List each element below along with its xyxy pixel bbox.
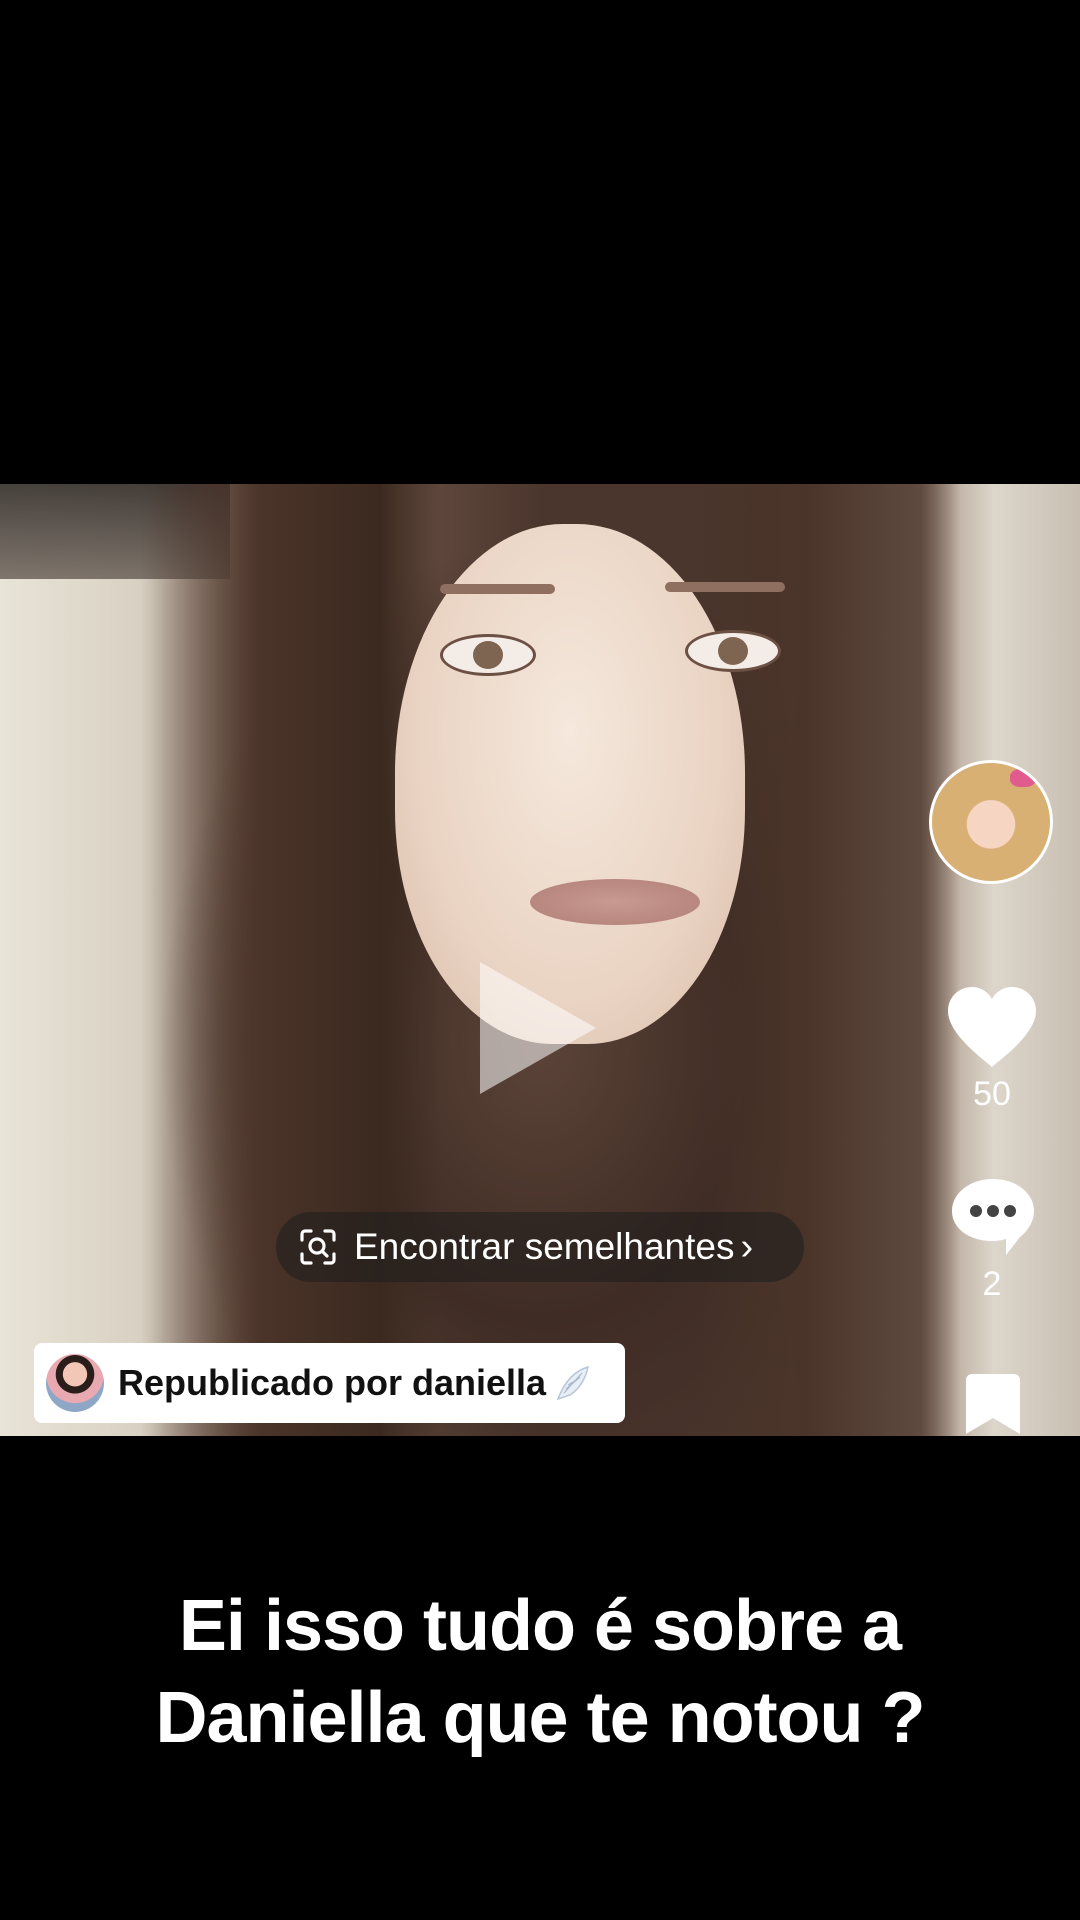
comment-bubble-icon[interactable] bbox=[948, 1175, 1038, 1259]
reposter-avatar[interactable] bbox=[46, 1354, 104, 1412]
heart-icon[interactable] bbox=[946, 985, 1038, 1069]
like-count: 50 bbox=[973, 1075, 1011, 1113]
comment-count: 2 bbox=[982, 1265, 1002, 1303]
video-brow-right bbox=[665, 582, 785, 592]
repost-label: Republicado por daniella bbox=[118, 1362, 547, 1403]
play-icon[interactable] bbox=[480, 962, 596, 1094]
repost-chip[interactable]: Republicado por daniella bbox=[34, 1343, 625, 1423]
video-brow-left bbox=[440, 584, 555, 594]
avatar-bow-decoration bbox=[1010, 769, 1036, 787]
caption-line-2: Daniella que te notou ? bbox=[155, 1678, 925, 1758]
wing-icon bbox=[556, 1365, 590, 1401]
chevron-right-icon: › bbox=[740, 1225, 754, 1268]
find-similar-button[interactable]: Encontrar semelhantes › bbox=[276, 1212, 804, 1282]
bookmark-icon[interactable] bbox=[962, 1372, 1024, 1436]
video-frame[interactable] bbox=[0, 484, 1080, 1436]
video-eye-left bbox=[440, 634, 536, 676]
scan-search-icon bbox=[300, 1229, 336, 1265]
creator-avatar[interactable] bbox=[929, 760, 1053, 884]
video-caption: Ei isso tudo é sobre a Daniella que te n… bbox=[0, 1580, 1080, 1764]
find-similar-label: Encontrar semelhantes bbox=[354, 1226, 735, 1267]
video-lips bbox=[530, 879, 700, 925]
video-hair-left bbox=[140, 484, 440, 1436]
caption-line-1: Ei isso tudo é sobre a bbox=[178, 1586, 902, 1666]
video-hair-right bbox=[700, 484, 960, 1436]
video-eye-right bbox=[685, 630, 781, 672]
